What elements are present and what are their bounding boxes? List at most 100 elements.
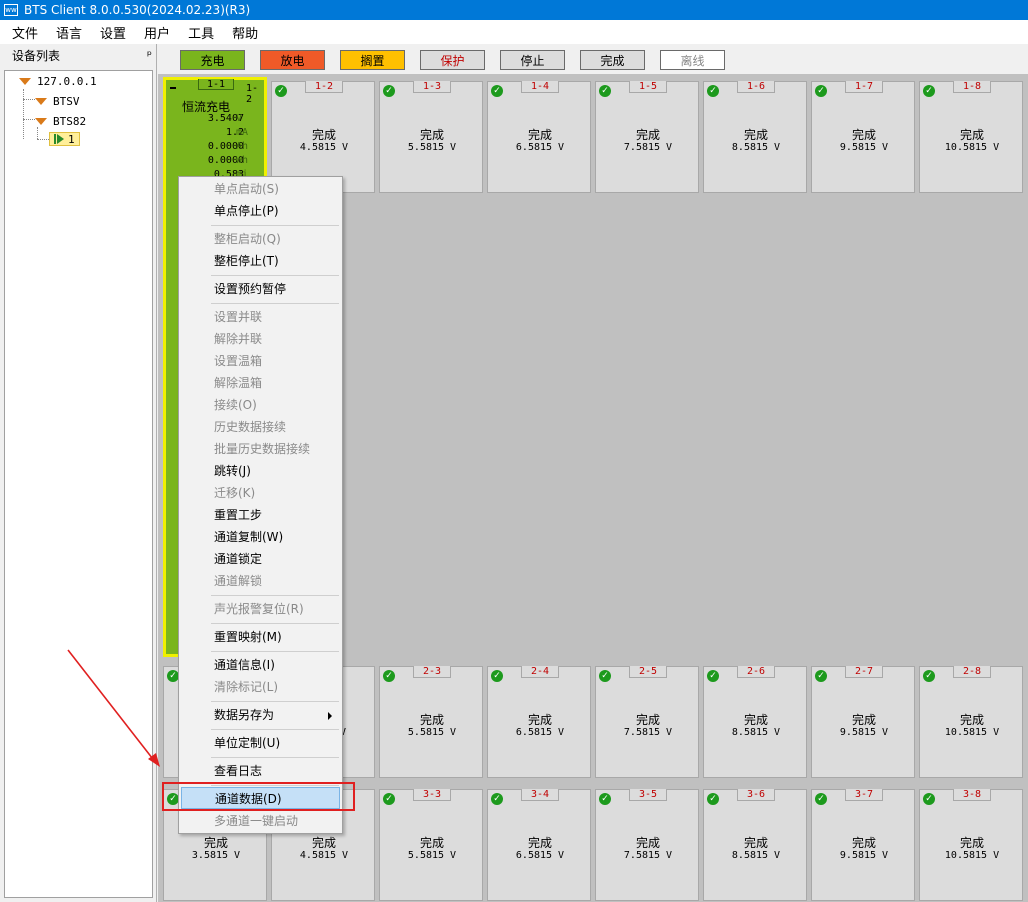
cell-id: 1-7	[845, 81, 883, 93]
menu-settings[interactable]: 设置	[100, 23, 126, 42]
legend-label: 离线	[680, 53, 705, 68]
menu-set-chamber[interactable]: 设置温箱	[181, 350, 340, 372]
cell-status: 完成	[203, 836, 228, 850]
cell-status: 完成	[635, 128, 660, 142]
menu-channel-copy[interactable]: 通道复制(W)	[181, 526, 340, 548]
pin-icon[interactable]: ᵖ	[147, 48, 152, 62]
menu-unit-custom[interactable]: 单位定制(U)	[181, 732, 340, 754]
legend-label: 放电	[280, 53, 305, 68]
menu-single-start[interactable]: 单点启动(S)	[181, 178, 340, 200]
tree-node-bts82[interactable]: BTS82	[35, 113, 86, 129]
complete-check-icon: ✓	[815, 670, 827, 682]
menu-reset-step[interactable]: 重置工步	[181, 504, 340, 526]
menu-save-data-as[interactable]: 数据另存为	[181, 704, 340, 726]
legend-label: 停止	[520, 53, 545, 68]
channel-cell[interactable]: 3-5 ✓ 完成 7.5815 V	[595, 789, 699, 901]
tree-node-btsv[interactable]: BTSV	[35, 93, 80, 109]
menu-channel-unlock[interactable]: 通道解锁	[181, 570, 340, 592]
complete-check-icon: ✓	[815, 85, 827, 97]
complete-check-icon: ✓	[599, 670, 611, 682]
channel-cell[interactable]: 1-7 ✓ 完成 9.5815 V	[811, 81, 915, 193]
expand-icon[interactable]	[35, 117, 47, 125]
channel-cell[interactable]: 1-4 ✓ 完成 6.5815 V	[487, 81, 591, 193]
menu-view-log[interactable]: 查看日志	[181, 760, 340, 782]
menu-reset-mapping[interactable]: 重置映射(M)	[181, 626, 340, 648]
cell-voltage: 6.5815 V	[515, 727, 565, 738]
tree-node-host[interactable]: 127.0.0.1	[19, 73, 97, 89]
cell-id: 2-7	[845, 666, 883, 678]
expand-icon[interactable]	[19, 77, 31, 85]
channel-cell[interactable]: 2-3 ✓ 完成 5.5815 V	[379, 666, 483, 778]
cell-unit: Ah	[236, 141, 249, 152]
channel-cell[interactable]: 2-6 ✓ 完成 8.5815 V	[703, 666, 807, 778]
menu-set-parallel[interactable]: 设置并联	[181, 306, 340, 328]
cell-id: 1-4	[521, 81, 559, 93]
legend-complete: 完成	[580, 50, 645, 70]
channel-cell[interactable]: 1-3 ✓ 完成 5.5815 V	[379, 81, 483, 193]
cell-status: 完成	[311, 836, 336, 850]
channel-cell[interactable]: 3-8 ✓ 完成 10.5815 V	[919, 789, 1023, 901]
menu-user[interactable]: 用户	[144, 23, 170, 42]
channel-cell[interactable]: 3-4 ✓ 完成 6.5815 V	[487, 789, 591, 901]
tree-node-channel[interactable]: 1	[49, 131, 80, 147]
complete-check-icon: ✓	[383, 85, 395, 97]
menu-batch-history-resume[interactable]: 批量历史数据接续	[181, 438, 340, 460]
cell-unit: Wh	[236, 155, 249, 166]
channel-cell[interactable]: 2-8 ✓ 完成 10.5815 V	[919, 666, 1023, 778]
menu-tools[interactable]: 工具	[188, 23, 214, 42]
channel-cell[interactable]: 3-6 ✓ 完成 8.5815 V	[703, 789, 807, 901]
menu-single-stop[interactable]: 单点停止(P)	[181, 200, 340, 222]
channel-cell[interactable]: 2-5 ✓ 完成 7.5815 V	[595, 666, 699, 778]
cell-id: 1-3	[413, 81, 451, 93]
menu-history-resume[interactable]: 历史数据接续	[181, 416, 340, 438]
cell-status: 完成	[743, 836, 768, 850]
channel-cell[interactable]: 1-6 ✓ 完成 8.5815 V	[703, 81, 807, 193]
menu-jump[interactable]: 跳转(J)	[181, 460, 340, 482]
expand-icon[interactable]	[35, 97, 47, 105]
menu-label: 数据另存为	[214, 708, 275, 722]
complete-check-icon: ✓	[707, 670, 719, 682]
menu-cabinet-start[interactable]: 整柜启动(Q)	[181, 228, 340, 250]
menu-language[interactable]: 语言	[56, 23, 82, 42]
cell-status: 完成	[419, 836, 444, 850]
complete-check-icon: ✓	[383, 793, 395, 805]
cell-voltage: 5.5815 V	[407, 727, 457, 738]
running-icon	[54, 134, 64, 144]
menu-migrate[interactable]: 迁移(K)	[181, 482, 340, 504]
menu-release-parallel[interactable]: 解除并联	[181, 328, 340, 350]
menu-help[interactable]: 帮助	[232, 23, 258, 42]
channel-cell[interactable]: 1-8 ✓ 完成 10.5815 V	[919, 81, 1023, 193]
channel-node[interactable]: 1	[49, 132, 80, 146]
channel-cell[interactable]: 3-3 ✓ 完成 5.5815 V	[379, 789, 483, 901]
context-menu: 单点启动(S) 单点停止(P) 整柜启动(Q) 整柜停止(T) 设置预约暂停 设…	[178, 176, 343, 834]
menu-multi-channel-start[interactable]: 多通道一键启动	[181, 810, 340, 832]
cell-status: 完成	[851, 836, 876, 850]
complete-check-icon: ✓	[383, 670, 395, 682]
legend-charge: 充电	[180, 50, 245, 70]
menu-resume[interactable]: 接续(O)	[181, 394, 340, 416]
menu-channel-info[interactable]: 通道信息(I)	[181, 654, 340, 676]
channel-cell[interactable]: 3-7 ✓ 完成 9.5815 V	[811, 789, 915, 901]
cell-voltage: 10.5815 V	[944, 142, 1000, 153]
cell-status: 完成	[851, 128, 876, 142]
menu-file[interactable]: 文件	[12, 23, 38, 42]
collapse-icon[interactable]	[170, 87, 176, 89]
menu-channel-lock[interactable]: 通道锁定	[181, 548, 340, 570]
menu-release-chamber[interactable]: 解除温箱	[181, 372, 340, 394]
cell-status: 完成	[959, 836, 984, 850]
channel-cell[interactable]: 2-7 ✓ 完成 9.5815 V	[811, 666, 915, 778]
cell-voltage: 5.5815 V	[407, 850, 457, 861]
cell-voltage: 6.5815 V	[515, 850, 565, 861]
cell-status: 完成	[743, 713, 768, 727]
menu-clear-mark[interactable]: 清除标记(L)	[181, 676, 340, 698]
legend-label: 完成	[600, 53, 625, 68]
channel-cell[interactable]: 1-5 ✓ 完成 7.5815 V	[595, 81, 699, 193]
menu-alarm-reset[interactable]: 声光报警复位(R)	[181, 598, 340, 620]
cell-id: 3-4	[521, 789, 559, 801]
cell-voltage: 9.5815 V	[839, 727, 889, 738]
channel-cell[interactable]: 2-4 ✓ 完成 6.5815 V	[487, 666, 591, 778]
menu-schedule-pause[interactable]: 设置预约暂停	[181, 278, 340, 300]
tree-node-label: BTSV	[53, 94, 80, 108]
menu-cabinet-stop[interactable]: 整柜停止(T)	[181, 250, 340, 272]
legend-label: 充电	[200, 53, 225, 68]
